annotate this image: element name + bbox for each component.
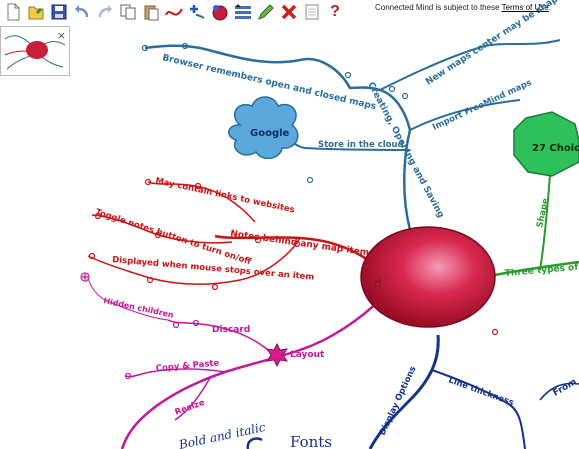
node-knot[interactable]	[172, 321, 180, 329]
open-button[interactable]	[25, 1, 47, 23]
node-knot[interactable]	[88, 252, 96, 260]
node-knot[interactable]	[181, 42, 189, 50]
topic-notes-behind[interactable]: Notes behind any map items	[230, 229, 375, 259]
topic-shape[interactable]: Shape	[535, 197, 551, 228]
topic-import-freemind[interactable]: Import FreeMind maps	[431, 78, 533, 133]
minimap-close-icon[interactable]: ×	[57, 29, 66, 42]
topic-browser-remembers[interactable]: Browser remembers open and closed maps	[161, 53, 377, 112]
save-disk-icon	[51, 4, 67, 20]
topic-fonts[interactable]: Fonts	[290, 433, 332, 449]
undo-icon	[75, 5, 89, 18]
topic-bold-italic[interactable]: Bold and italic	[177, 420, 267, 449]
topic-new-maps-center[interactable]: New maps center may be shape or in	[424, 0, 579, 88]
node-knot[interactable]	[141, 44, 149, 52]
redo-icon	[98, 5, 112, 18]
help-button[interactable]: ?	[324, 1, 346, 23]
node-knot[interactable]	[344, 71, 352, 79]
branch-creating	[144, 39, 561, 231]
branch-layout	[87, 277, 386, 449]
color-button[interactable]	[209, 1, 231, 23]
topic-resize[interactable]: Resize	[174, 398, 207, 418]
layout-button[interactable]	[232, 1, 254, 23]
paste-button[interactable]	[140, 1, 162, 23]
expand-plus-icon	[82, 274, 88, 280]
branch-notes-knots	[88, 178, 499, 336]
node-knot[interactable]	[124, 372, 132, 380]
topic-discard[interactable]: Discard	[212, 325, 250, 335]
save-button[interactable]	[48, 1, 70, 23]
add-node-button[interactable]	[186, 1, 208, 23]
node-knot[interactable]	[144, 178, 152, 186]
connect-curve-icon	[165, 8, 183, 16]
pencil-icon	[258, 4, 274, 20]
node-knot[interactable]	[211, 283, 219, 291]
branch-three-types	[494, 159, 579, 277]
google-cloud-node[interactable]: Google	[228, 96, 299, 160]
open-folder-icon	[28, 6, 44, 20]
topic-copy-paste[interactable]: Copy & Paste	[155, 358, 220, 374]
topic-layout[interactable]: Layout	[290, 350, 325, 360]
topic-line-thickness[interactable]: Line thickness	[447, 375, 515, 408]
terms-notice-text: Connected Mind is subject to these	[375, 3, 502, 12]
topic-toggle-notes[interactable]: Toggle notes button to turn on/off	[94, 207, 252, 267]
node-knot[interactable]	[401, 92, 409, 100]
google-node-label: Google	[250, 128, 290, 139]
node-knot[interactable]	[306, 176, 314, 184]
delete-button[interactable]	[278, 1, 300, 23]
node-knot[interactable]	[293, 240, 301, 248]
new-document-icon	[7, 3, 20, 21]
expand-hidden-children-icon[interactable]	[80, 272, 90, 282]
minimap-panel[interactable]: ×	[0, 26, 70, 76]
topic-from[interactable]: From	[552, 377, 579, 398]
terms-notice-suffix: .	[548, 3, 551, 12]
branch-display-options	[368, 334, 579, 449]
topic-store-cloud[interactable]: Store in the cloud	[318, 140, 404, 150]
node-knot[interactable]	[388, 85, 396, 93]
pencil-button[interactable]	[255, 1, 277, 23]
undo-button[interactable]	[71, 1, 93, 23]
node-knot[interactable]	[192, 319, 200, 327]
add-node-icon	[190, 5, 205, 19]
node-knot[interactable]	[194, 182, 202, 190]
color-ball-icon	[212, 5, 228, 21]
topic-creating[interactable]: Creating, Opening and Saving	[365, 81, 445, 220]
notes-button[interactable]	[301, 1, 323, 23]
topic-display-options[interactable]: Display Options	[378, 365, 419, 437]
toolbar: ?	[0, 0, 346, 24]
central-node-cursor-icon: ☝	[374, 276, 382, 291]
central-node[interactable]: ☝	[360, 226, 496, 328]
layout-bars-icon	[235, 4, 251, 19]
copy-icon	[120, 4, 136, 20]
new-document-button[interactable]	[2, 1, 24, 23]
copy-button[interactable]	[117, 1, 139, 23]
topic-three-types[interactable]: Three types of n	[504, 262, 579, 279]
node-knot[interactable]	[94, 212, 102, 220]
help-icon: ?	[330, 3, 340, 20]
node-knot[interactable]	[491, 328, 499, 336]
choices-node-label: 27 Choices	[532, 143, 579, 154]
layout-star-icon[interactable]	[265, 342, 289, 368]
choices-octagon-node[interactable]: 27 Choices	[513, 111, 579, 177]
branch-creating-knots	[141, 42, 409, 184]
mindmap-canvas[interactable]: Browser remembers open and closed maps C…	[0, 0, 579, 449]
node-knot[interactable]	[154, 231, 162, 239]
branch-notes	[87, 181, 369, 285]
fonts-glyph-icon	[246, 437, 263, 449]
notes-icon	[305, 4, 319, 20]
delete-x-icon	[281, 4, 297, 20]
branch-layout-knots	[80, 272, 200, 380]
terms-notice: Connected Mind is subject to these Terms…	[375, 3, 551, 12]
terms-of-use-link[interactable]: Terms of Use	[502, 3, 549, 12]
paste-icon	[144, 5, 159, 21]
connect-button[interactable]	[163, 1, 185, 23]
redo-button[interactable]	[94, 1, 116, 23]
node-knot[interactable]	[254, 236, 262, 244]
topic-may-contain-links[interactable]: May contain links to websites	[154, 176, 295, 215]
node-knot[interactable]	[146, 276, 154, 284]
topic-hidden-children[interactable]: Hidden children	[103, 296, 175, 320]
topic-displayed-mouse[interactable]: Displayed when mouse stops over an item	[112, 255, 315, 283]
